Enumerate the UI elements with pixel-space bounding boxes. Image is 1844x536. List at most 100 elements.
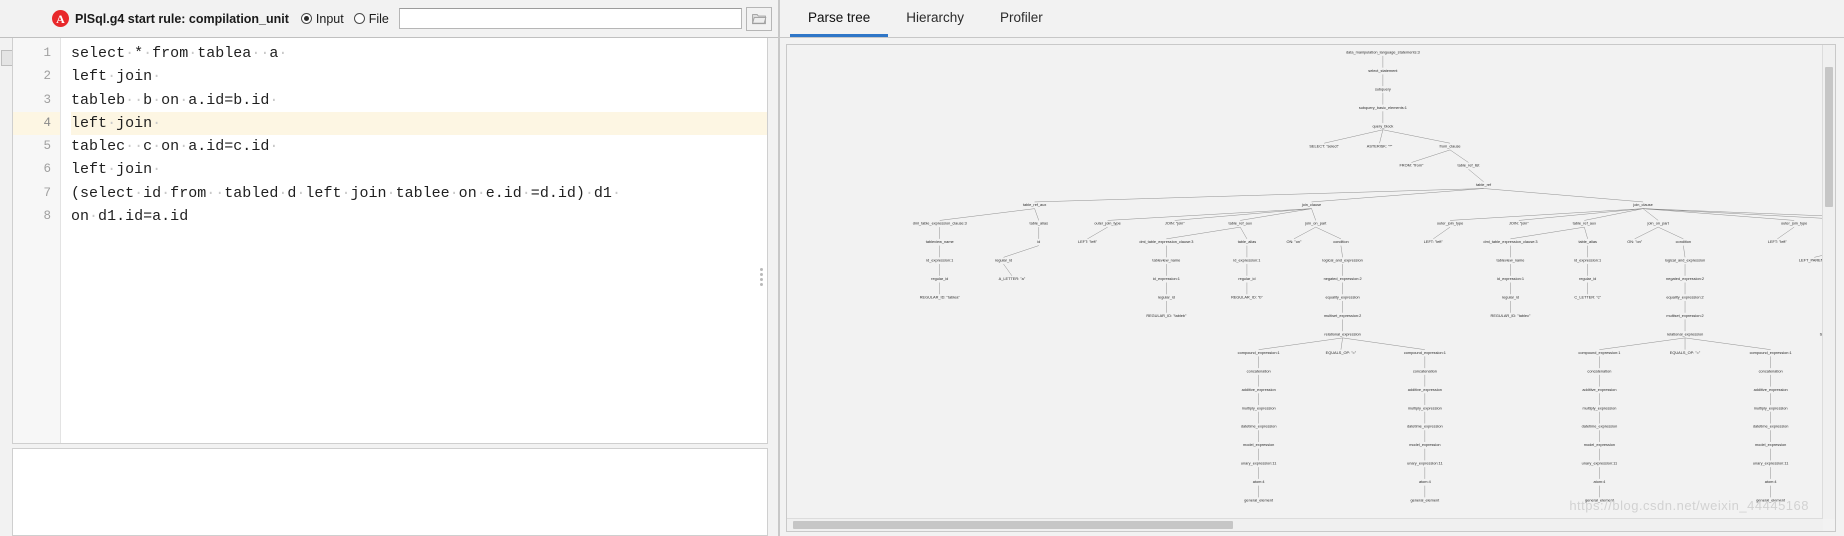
parse-tree-canvas[interactable]: data_manipulation_language_statements:3s… (787, 45, 1835, 531)
parse-tree-node[interactable]: negated_expression:2 (1666, 277, 1704, 281)
pane-resize-handle[interactable] (760, 266, 764, 290)
radio-input-indicator[interactable] (300, 13, 312, 24)
parse-tree-node[interactable]: unary_expression:11 (1241, 462, 1277, 466)
parse-tree-node[interactable]: subquery_basic_elements:1 (1359, 106, 1407, 110)
parse-tree-node[interactable]: REGULAR_ID: "tablea" (920, 295, 961, 299)
parse-tree-node[interactable]: id_expression:1 (1497, 277, 1524, 281)
parse-tree-node[interactable]: atom:4 (1419, 480, 1432, 484)
parse-tree-node[interactable]: table_ref_aux (1229, 222, 1252, 226)
radio-file-indicator[interactable] (353, 13, 365, 24)
parse-tree-node[interactable]: relational_expression (1324, 332, 1360, 336)
parse-tree-node[interactable]: tableview_name (1497, 259, 1525, 263)
parse-tree-node[interactable]: id (1037, 240, 1040, 244)
parse-tree-node[interactable]: datetime_expression (1582, 425, 1618, 429)
parse-tree-node[interactable]: join_on_part (1647, 222, 1670, 226)
parse-tree-node[interactable]: multiply_expression (1242, 406, 1276, 410)
parse-tree-node[interactable]: join_clause (1632, 203, 1652, 207)
parse-tree-node[interactable]: REGULAR_ID: "b" (1231, 295, 1263, 299)
parse-tree-node[interactable]: subquery (1375, 87, 1391, 91)
parse-tree-node[interactable]: multiply_expression (1408, 406, 1442, 410)
vertical-scroll-thumb[interactable] (1825, 67, 1833, 207)
parse-tree-node[interactable]: equality_expression:2 (1666, 295, 1703, 299)
parse-tree-node[interactable]: REGULAR_ID: "tablec" (1491, 314, 1531, 318)
code-text-area[interactable]: select·*·from·tablea··a· left·join· tabl… (61, 38, 767, 443)
parse-tree-node[interactable]: concatenation (1247, 369, 1271, 373)
parse-tree-node[interactable]: regular_id (995, 259, 1012, 263)
parse-tree-node[interactable]: ON: "on" (1627, 240, 1643, 244)
parse-tree-node[interactable]: A_LETTER: "a" (999, 277, 1026, 281)
parse-tree-node[interactable]: concatenation (1587, 369, 1611, 373)
parse-tree-node[interactable]: FROM: "from" (1399, 164, 1424, 168)
parse-tree-node[interactable]: outer_join_type (1781, 222, 1807, 226)
parse-tree-node[interactable]: table_ref_aux (1573, 222, 1596, 226)
parse-tree-node[interactable]: multiset_expression:2 (1324, 314, 1361, 318)
parse-tree-node[interactable]: multiply_expression (1582, 406, 1616, 410)
parse-tree-node[interactable]: atom:4 (1594, 480, 1607, 484)
parse-tree-node[interactable]: dml_table_expression_clause:3 (1483, 240, 1537, 244)
parse-tree-node[interactable]: compound_expression:1 (1404, 351, 1446, 355)
parse-tree-node[interactable]: general_element (1244, 499, 1274, 503)
parse-tree-node[interactable]: id_expression:1 (926, 259, 953, 263)
parse-tree-node[interactable]: table_alias (1238, 240, 1257, 244)
parse-tree-node[interactable]: datetime_expression (1241, 425, 1277, 429)
parse-tree-node[interactable]: general_element (1585, 499, 1615, 503)
parse-tree-node[interactable]: logical_and_expression (1322, 259, 1362, 263)
parse-tree-node[interactable]: C_LETTER: "c" (1574, 295, 1601, 299)
parse-tree-node[interactable]: concatenation (1759, 369, 1783, 373)
parse-tree-node[interactable]: dml_table_expression_clause:3 (1139, 240, 1193, 244)
parse-tree-node[interactable]: ON: "on" (1286, 240, 1302, 244)
parse-tree-node[interactable]: table_ref_aux (1023, 203, 1046, 207)
horizontal-scroll-thumb[interactable] (793, 521, 1233, 529)
parse-tree-node[interactable]: LEFT: "left" (1424, 240, 1444, 244)
parse-tree-node[interactable]: regular_id (1502, 295, 1519, 299)
radio-input[interactable]: Input (300, 12, 344, 26)
parse-tree-node[interactable]: LEFT: "left" (1078, 240, 1098, 244)
parse-tree-node[interactable]: general_element (1756, 499, 1786, 503)
parse-tree-node[interactable]: equality_expression (1326, 295, 1360, 299)
file-path-input[interactable] (398, 8, 742, 29)
parse-tree-node[interactable]: concatenation (1413, 369, 1437, 373)
parse-tree-node[interactable]: EQUALS_OP: "=" (1326, 351, 1357, 355)
parse-tree-node[interactable]: table_ref_list (1458, 164, 1481, 168)
parse-tree-node[interactable]: regular_id (931, 277, 948, 281)
parse-tree-node[interactable]: JOIN: "join" (1509, 222, 1529, 226)
parse-tree-node[interactable]: datetime_expression (1407, 425, 1443, 429)
parse-tree-node[interactable]: outer_join_type (1094, 222, 1120, 226)
parse-tree-node[interactable]: join_clause (1301, 203, 1321, 207)
parse-tree-node[interactable]: id_expression:1 (1233, 259, 1260, 263)
parse-tree-node[interactable]: datetime_expression (1753, 425, 1789, 429)
parse-tree-node[interactable]: condition (1333, 240, 1348, 244)
parse-tree-node[interactable]: compound_expression:1 (1238, 351, 1280, 355)
parse-tree-node[interactable]: SELECT: "select" (1309, 144, 1339, 148)
parse-tree-viewport[interactable]: data_manipulation_language_statements:3s… (786, 44, 1836, 532)
tab-profiler[interactable]: Profiler (982, 1, 1061, 37)
parse-tree-node[interactable]: additive_expression (1242, 388, 1276, 392)
parse-tree-node[interactable]: unary_expression:11 (1582, 462, 1618, 466)
parse-tree-node[interactable]: table_ref (1476, 183, 1492, 187)
parse-tree-node[interactable]: id_expression:1 (1153, 277, 1180, 281)
parse-tree-node[interactable]: from_clause (1440, 144, 1461, 148)
parse-tree-node[interactable]: multiset_expression:2 (1666, 314, 1703, 318)
parse-tree-node[interactable]: REGULAR_ID: "tableb" (1146, 314, 1187, 318)
parse-tree-node[interactable]: data_manipulation_language_statements:3 (1346, 50, 1420, 54)
parse-tree-node[interactable]: JOIN: "join" (1165, 222, 1185, 226)
parse-tree-node[interactable]: EQUALS_OP: "=" (1670, 351, 1701, 355)
parse-tree-node[interactable]: select_statement (1368, 69, 1398, 73)
parse-tree-node[interactable]: regular_id (1238, 277, 1255, 281)
parse-tree-node[interactable]: compound_expression:1 (1750, 351, 1792, 355)
parse-tree-node[interactable]: model_expression (1584, 443, 1615, 447)
parse-tree-node[interactable]: model_expression (1243, 443, 1274, 447)
parse-tree-node[interactable]: query_block (1372, 124, 1393, 128)
parse-tree-node[interactable]: table_alias (1030, 222, 1049, 226)
parse-tree-node[interactable]: atom:4 (1765, 480, 1778, 484)
parse-tree-node[interactable]: model_expression (1409, 443, 1440, 447)
code-editor[interactable]: 1 2 3 4 5 6 7 8 select·*·from·tablea··a·… (12, 38, 768, 444)
parse-tree-node[interactable]: relational_expression (1667, 332, 1703, 336)
parse-tree-node[interactable]: LEFT: "left" (1768, 240, 1788, 244)
tab-parse-tree[interactable]: Parse tree (790, 1, 889, 37)
parse-tree-node[interactable]: outer_join_type (1437, 222, 1463, 226)
parse-tree-node[interactable]: additive_expression (1582, 388, 1616, 392)
parse-tree-node[interactable]: table_alias (1578, 240, 1597, 244)
parse-tree-node[interactable]: atom:4 (1253, 480, 1266, 484)
parse-tree-graph[interactable]: data_manipulation_language_statements:3s… (787, 45, 1827, 515)
